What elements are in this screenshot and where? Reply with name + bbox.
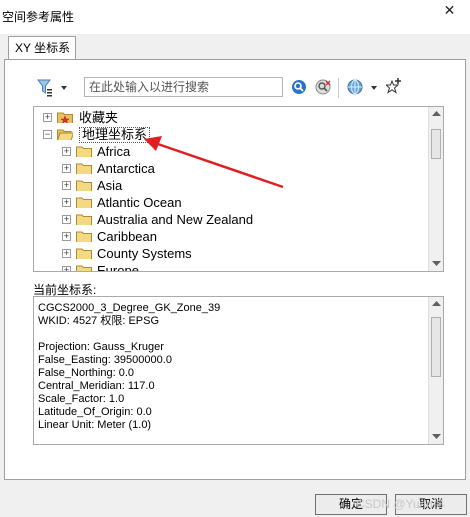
folder-icon — [76, 248, 92, 259]
tree-node-label: Atlantic Ocean — [97, 195, 182, 210]
tree-scroll-thumb[interactable] — [431, 129, 441, 159]
folder-open-icon — [57, 129, 73, 140]
filter-dropdown-icon[interactable] — [37, 79, 69, 97]
clear-search-icon[interactable] — [315, 79, 332, 95]
cs-linear-unit: Linear Unit: Meter (1.0) — [38, 419, 152, 431]
scroll-up-icon[interactable] — [432, 111, 441, 117]
scroll-up-icon[interactable] — [432, 301, 441, 307]
search-icon[interactable] — [291, 79, 307, 95]
title-bar: 空间参考属性 ✕ — [0, 0, 470, 34]
folder-icon — [76, 146, 92, 157]
tree-node-label: County Systems — [97, 246, 192, 261]
folder-icon — [76, 231, 92, 242]
cs-projection: Projection: Gauss_Kruger — [38, 341, 164, 353]
watermark: CSDN @Yuan S — [356, 497, 445, 511]
folder-icon — [76, 163, 92, 174]
cs-false-northing: False_Northing: 0.0 — [38, 367, 134, 379]
expand-icon[interactable]: + — [62, 181, 71, 190]
cs-false-easting: False_Easting: 39500000.0 — [38, 354, 172, 366]
details-scrollbar[interactable] — [428, 297, 443, 444]
tree-node-label: Europe — [97, 263, 139, 272]
tree-node-australia-new-zealand[interactable]: + Australia and New Zealand — [34, 211, 429, 228]
expand-icon[interactable]: + — [62, 266, 71, 271]
folder-icon — [76, 197, 92, 208]
expand-icon[interactable]: + — [62, 147, 71, 156]
cs-central-meridian: Central_Meridian: 117.0 — [38, 380, 155, 392]
favorites-folder-icon — [57, 112, 73, 123]
search-input[interactable]: 在此处输入以进行搜索 — [84, 77, 283, 97]
tree-node-county-systems[interactable]: + County Systems — [34, 245, 429, 262]
window-title: 空间参考属性 — [2, 10, 75, 24]
folder-icon — [76, 214, 92, 225]
collapse-icon[interactable]: − — [43, 130, 52, 139]
expand-icon[interactable]: + — [62, 164, 71, 173]
tree-node-label: Caribbean — [97, 229, 157, 244]
globe-dropdown-icon[interactable] — [347, 79, 381, 96]
details-scroll-thumb[interactable] — [431, 317, 441, 377]
expand-icon[interactable]: + — [62, 198, 71, 207]
expand-icon[interactable]: + — [62, 232, 71, 241]
tree-node-europe[interactable]: + Europe — [34, 262, 429, 272]
expand-icon[interactable]: + — [43, 113, 52, 122]
toolbar-separator — [338, 78, 339, 98]
tab-xy-coordinate-system[interactable]: XY 坐标系 — [8, 36, 76, 60]
cs-name: CGCS2000_3_Degree_GK_Zone_39 — [38, 302, 221, 314]
expand-icon[interactable]: + — [62, 249, 71, 258]
scroll-down-icon[interactable] — [432, 434, 441, 440]
tree-node-caribbean[interactable]: + Caribbean — [34, 228, 429, 245]
cs-scale-factor: Scale_Factor: 1.0 — [38, 393, 125, 405]
tree-node-label: Africa — [97, 144, 131, 159]
folder-icon — [76, 180, 92, 191]
annotation-arrow-icon — [144, 136, 284, 189]
cs-wkid: WKID: 4527 权限: EPSG — [38, 315, 160, 327]
cs-latitude-of-origin: Latitude_Of_Origin: 0.0 — [38, 406, 152, 418]
folder-icon — [76, 265, 92, 271]
close-button[interactable]: ✕ — [429, 0, 470, 20]
tree-node-label: 收藏夹 — [79, 110, 119, 125]
add-favorite-icon[interactable] — [386, 78, 402, 96]
scroll-down-icon[interactable] — [432, 261, 441, 267]
current-cs-details: CGCS2000_3_Degree_GK_Zone_39 WKID: 4527 … — [33, 296, 444, 445]
tree-node-atlantic-ocean[interactable]: + Atlantic Ocean — [34, 194, 429, 211]
tree-node-label: Australia and New Zealand — [97, 212, 254, 227]
tree-node-favorites[interactable]: + 收藏夹 — [34, 109, 429, 126]
tree-node-label: Asia — [97, 178, 123, 193]
tree-scrollbar[interactable] — [428, 107, 443, 271]
expand-icon[interactable]: + — [62, 215, 71, 224]
